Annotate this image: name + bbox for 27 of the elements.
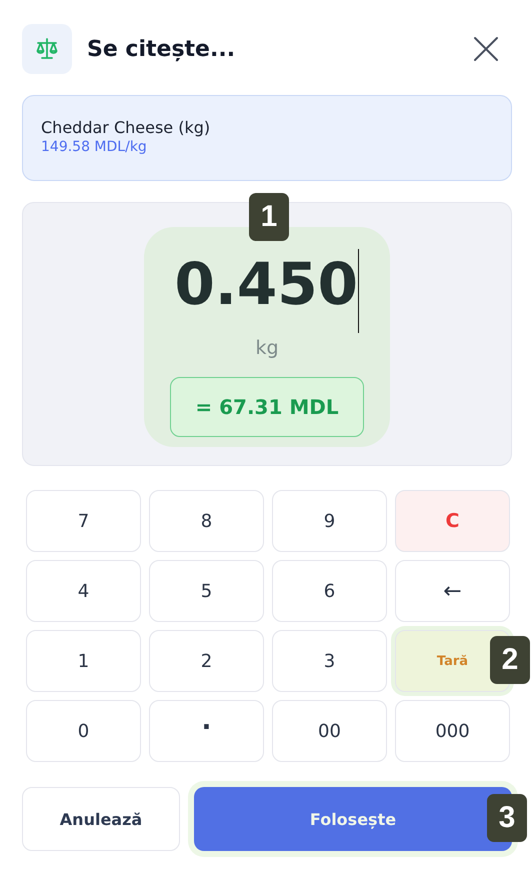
keypad-key[interactable]: 6 (272, 560, 387, 622)
keypad-key[interactable]: 5 (149, 560, 264, 622)
keypad-key[interactable]: 0 (26, 700, 141, 762)
step-tooltip: 2 (490, 636, 530, 684)
keypad-key[interactable]: . (149, 700, 264, 762)
keypad-key[interactable]: 1 (26, 630, 141, 692)
scale-icon (22, 24, 72, 74)
product-name: Cheddar Cheese (kg) (41, 118, 212, 137)
keypad-key[interactable]: 9 (272, 490, 387, 552)
weight-unit: kg (255, 337, 279, 359)
weight-value: 0.450 (174, 249, 358, 320)
keypad-key[interactable]: 3 (272, 630, 387, 692)
keypad-key[interactable]: 00 (272, 700, 387, 762)
close-icon[interactable] (473, 36, 499, 62)
total-price: = 67.31 MDL (170, 377, 364, 437)
product-price: 149.58 MDL/kg (41, 139, 148, 155)
keypad-key[interactable]: 7 (26, 490, 141, 552)
keypad-key[interactable]: ← (395, 560, 510, 622)
keypad-key[interactable]: 4 (26, 560, 141, 622)
keypad-key[interactable]: 8 (149, 490, 264, 552)
step-tooltip: 1 (249, 193, 289, 241)
keypad-key[interactable]: 000 (395, 700, 510, 762)
keypad-key[interactable]: 2 (149, 630, 264, 692)
keypad-key[interactable]: C (395, 490, 510, 552)
cancel-button[interactable]: Anulează (22, 787, 180, 851)
dialog-title: Se citește... (87, 36, 236, 62)
step-tooltip: 3 (487, 794, 527, 842)
